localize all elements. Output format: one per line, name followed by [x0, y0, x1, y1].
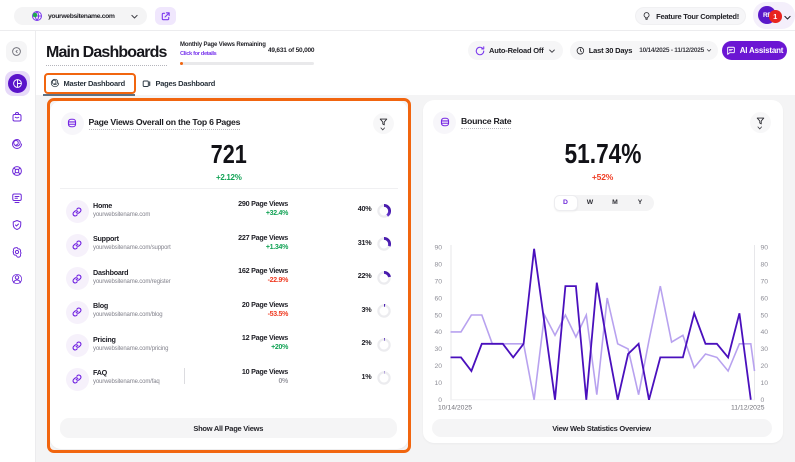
- svg-text:10: 10: [760, 380, 768, 387]
- svg-text:90: 90: [434, 244, 442, 251]
- svg-text:11/12/2025: 11/12/2025: [730, 404, 764, 411]
- svg-text:30: 30: [434, 346, 442, 353]
- svg-text:50: 50: [434, 312, 442, 319]
- svg-text:20: 20: [434, 363, 442, 370]
- svg-text:0: 0: [760, 397, 764, 404]
- svg-text:0: 0: [438, 397, 442, 404]
- svg-text:30: 30: [760, 346, 768, 353]
- svg-text:40: 40: [434, 329, 442, 336]
- svg-text:40: 40: [760, 329, 768, 336]
- svg-text:70: 70: [760, 278, 768, 285]
- svg-text:10: 10: [434, 380, 442, 387]
- svg-text:70: 70: [434, 278, 442, 285]
- svg-text:10/14/2025: 10/14/2025: [438, 404, 472, 411]
- svg-text:50: 50: [760, 312, 768, 319]
- svg-text:80: 80: [760, 261, 768, 268]
- svg-text:90: 90: [760, 244, 768, 251]
- svg-text:20: 20: [760, 363, 768, 370]
- svg-text:80: 80: [434, 261, 442, 268]
- svg-text:60: 60: [760, 295, 768, 302]
- svg-text:60: 60: [434, 295, 442, 302]
